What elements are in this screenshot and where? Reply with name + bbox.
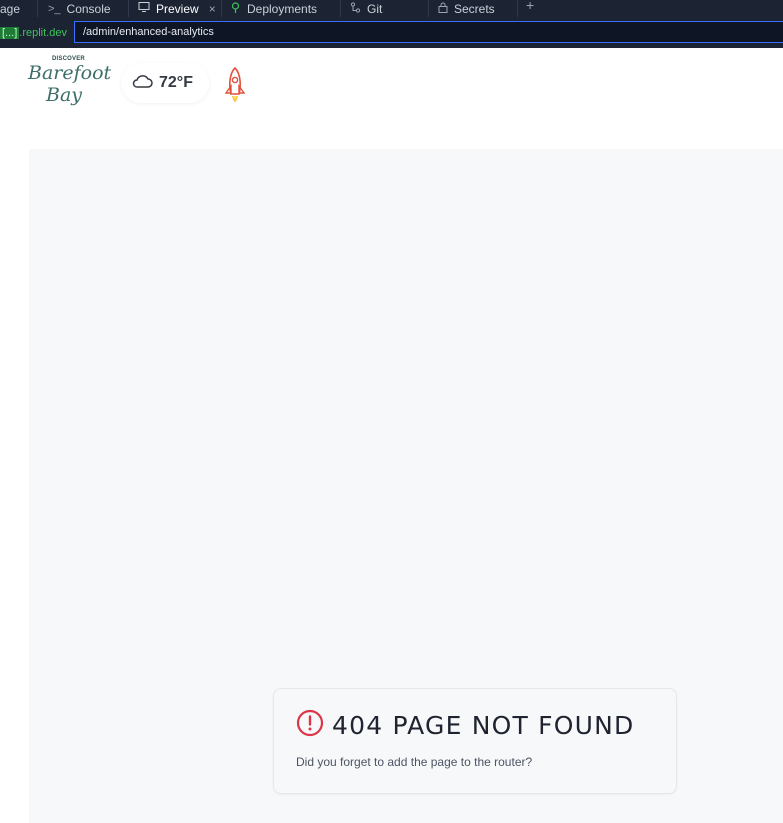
domain-label: [...] .replit.dev [0, 24, 67, 42]
logo-line1: Barefoot [28, 62, 112, 84]
tab-divider [128, 0, 129, 17]
git-branch-icon [350, 1, 361, 16]
tab-preview[interactable]: Preview × [130, 0, 224, 17]
tab-console[interactable]: >_ Console [40, 0, 119, 17]
ide-tab-bar: age >_ Console Preview × Deployments Git… [0, 0, 783, 17]
temperature: 72°F [159, 74, 193, 91]
tab-label: Preview [156, 1, 199, 16]
monitor-icon [138, 2, 150, 15]
card-title-row: 404 PAGE NOT FOUND [296, 709, 634, 742]
domain-suffix: .replit.dev [19, 27, 67, 39]
close-icon[interactable]: × [209, 3, 216, 15]
alert-circle-icon [296, 709, 324, 742]
error-message: Did you forget to add the page to the ro… [296, 755, 533, 769]
tab-page[interactable]: age [0, 0, 28, 17]
app-header: DISCOVER Barefoot Bay 72°F [0, 48, 783, 148]
tab-label: Git [367, 1, 383, 16]
not-found-card: 404 PAGE NOT FOUND Did you forget to add… [273, 688, 677, 794]
terminal-icon: >_ [48, 2, 61, 15]
deploy-icon [230, 1, 241, 16]
tab-deployments[interactable]: Deployments [222, 0, 325, 17]
barefoot-bay-logo[interactable]: DISCOVER Barefoot Bay [28, 54, 112, 110]
tab-label: Deployments [247, 1, 318, 16]
tab-divider [37, 0, 38, 17]
tab-secrets[interactable]: Secrets [430, 0, 503, 17]
logo-line2: Bay [46, 84, 83, 106]
tab-divider [340, 0, 341, 17]
error-title: 404 PAGE NOT FOUND [332, 711, 635, 740]
tab-label: Console [66, 1, 111, 16]
tab-label: Secrets [454, 1, 495, 16]
cloud-icon [131, 73, 153, 94]
tab-git[interactable]: Git [342, 0, 390, 17]
tab-divider [517, 0, 518, 17]
rocket-icon[interactable] [223, 66, 247, 110]
add-tab-button[interactable]: + [526, 0, 534, 14]
weather-widget[interactable]: 72°F [121, 63, 209, 103]
tab-label: age [0, 1, 21, 16]
tab-divider [428, 0, 429, 17]
url-path-input[interactable]: /admin/enhanced-analytics [74, 21, 783, 43]
domain-highlight: [...] [0, 27, 20, 39]
lock-icon [438, 2, 448, 16]
